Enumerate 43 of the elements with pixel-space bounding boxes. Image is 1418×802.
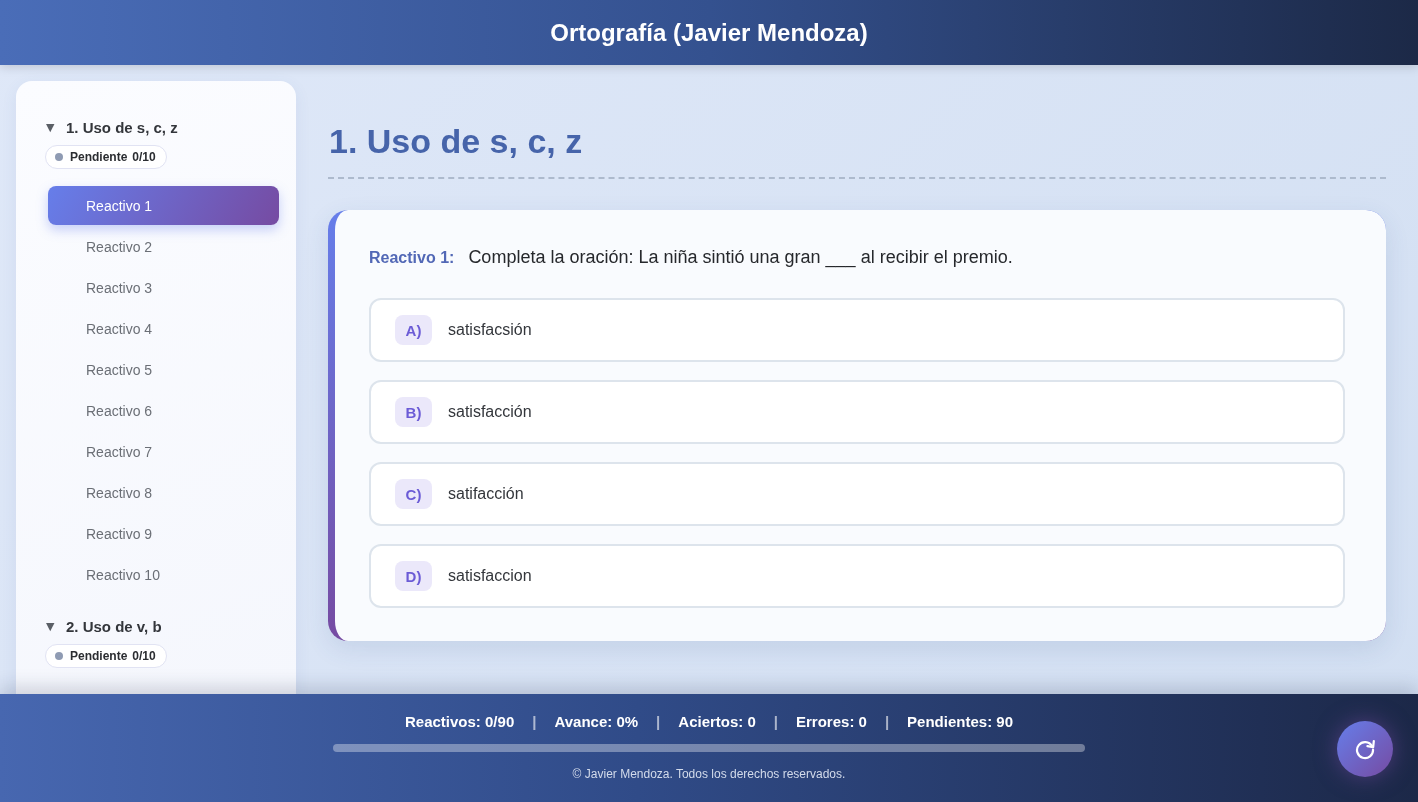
answer-option[interactable]: C) satifacción: [369, 462, 1345, 526]
count-label: 0/10: [132, 150, 156, 164]
sidebar-item[interactable]: Reactivo 6: [48, 391, 279, 430]
option-letter: C): [395, 479, 432, 509]
answer-option[interactable]: A) satisfacsión: [369, 298, 1345, 362]
collapse-toggle[interactable]: ▼: [46, 619, 56, 633]
answer-option[interactable]: B) satisfacción: [369, 380, 1345, 444]
sidebar-item[interactable]: Reactivo 10: [48, 555, 279, 594]
stat-separator: |: [773, 713, 779, 731]
stat-text: Aciertos: 0: [678, 713, 756, 731]
stat-separator: |: [532, 713, 537, 731]
sidebar-item[interactable]: Reactivo 4: [48, 309, 279, 348]
status-label: Pendiente: [70, 150, 128, 164]
sidebar-item[interactable]: Reactivo 9: [48, 514, 279, 553]
refresh-icon: [1354, 738, 1376, 760]
copyright-text: © Javier Mendoza. Todos los derechos reservados.: [572, 767, 846, 781]
count-label: 0/10: [132, 649, 156, 663]
stat-text: Reactivos: 0/90: [405, 713, 515, 731]
status-label: Pendiente: [70, 649, 128, 663]
section-title[interactable]: 2. Uso de v, b: [66, 617, 162, 635]
status-dot-icon: [55, 153, 63, 161]
answer-option[interactable]: D) satisfaccion: [369, 544, 1345, 608]
question-number: Reactivo 1:: [369, 249, 455, 267]
app-title: Ortografía (Javier Mendoza): [550, 17, 868, 48]
question-text: Completa la oración: La niña sintió una gran ___ al recibir el premio.: [468, 246, 1013, 269]
stat-text: Avance: 0%: [554, 713, 639, 731]
stat-separator: |: [656, 713, 661, 731]
sidebar-item[interactable]: Reactivo 3: [48, 268, 279, 307]
section-heading: 1. Uso de s, c, z: [328, 121, 1386, 179]
stat-text: Errores: 0: [796, 713, 867, 731]
section-title[interactable]: 1. Uso de s, c, z: [66, 118, 178, 136]
option-letter: A): [395, 315, 432, 345]
sidebar-item[interactable]: Reactivo 7: [48, 432, 279, 471]
sidebar-item[interactable]: Reactivo 8: [48, 473, 279, 512]
option-letter: D): [395, 561, 432, 591]
collapse-toggle[interactable]: ▼: [46, 120, 56, 134]
sidebar-item[interactable]: Reactivo 1: [48, 186, 279, 225]
status-dot-icon: [55, 652, 63, 660]
option-letter: B): [395, 397, 432, 427]
stat-separator: |: [884, 713, 890, 731]
stat-text: Pendientes: 90: [907, 713, 1013, 731]
sidebar-item[interactable]: Reactivo 2: [48, 227, 279, 266]
sidebar-item[interactable]: Reactivo 5: [48, 350, 279, 389]
